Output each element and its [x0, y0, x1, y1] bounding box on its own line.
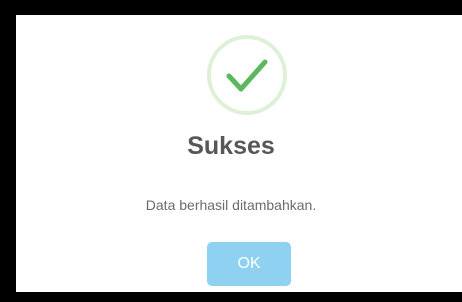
dialog-message: Data berhasil ditambahkan. — [145, 197, 317, 213]
success-check-icon — [207, 35, 287, 115]
ok-button[interactable]: OK — [207, 242, 291, 286]
dialog-title: Sukses — [187, 132, 275, 160]
check-circle-icon — [207, 35, 287, 115]
